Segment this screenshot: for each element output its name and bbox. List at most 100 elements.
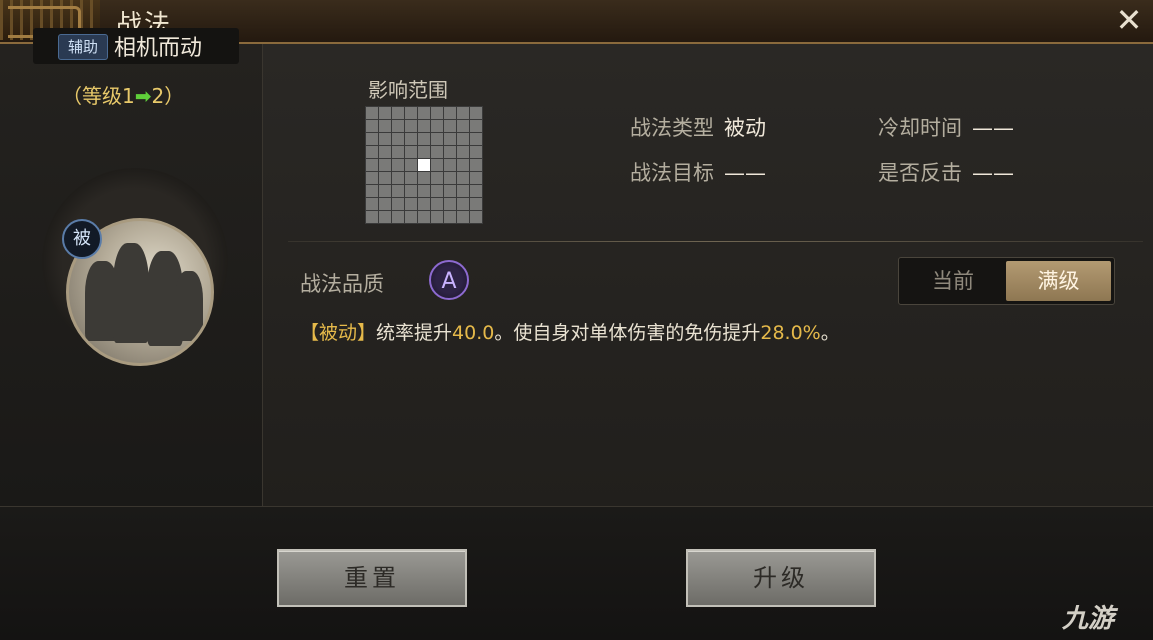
- passive-badge: 被: [62, 219, 102, 259]
- action-bar: [0, 506, 1153, 640]
- range-cell: [418, 198, 430, 210]
- range-cell: [379, 185, 391, 197]
- desc-text-2: 。使自身对单体伤害的免伤提升: [494, 322, 761, 344]
- range-cell: [431, 159, 443, 171]
- range-cell: [470, 159, 482, 171]
- range-cell: [405, 107, 417, 119]
- skill-target-label: 战法目标: [630, 161, 714, 185]
- range-cell: [431, 146, 443, 158]
- range-cell: [405, 120, 417, 132]
- range-cell: [379, 159, 391, 171]
- toggle-current-level[interactable]: 当前: [902, 262, 1004, 300]
- counterattack-row: 是否反击 ——: [878, 157, 1014, 187]
- range-cell: [392, 120, 404, 132]
- range-cell: [405, 185, 417, 197]
- cooldown-label: 冷却时间: [878, 116, 962, 140]
- range-cell: [470, 185, 482, 197]
- skill-name: 相机而动: [114, 36, 203, 61]
- range-cell: [431, 211, 443, 223]
- range-cell: [444, 146, 456, 158]
- counterattack-label: 是否反击: [878, 161, 962, 185]
- range-cell: [418, 172, 430, 184]
- range-cell: [457, 133, 469, 145]
- cooldown-value: ——: [972, 116, 1014, 140]
- range-cell: [418, 185, 430, 197]
- range-cell: [457, 159, 469, 171]
- level-change: （等级1➡2）: [62, 80, 184, 109]
- range-cell: [444, 198, 456, 210]
- range-cell: [379, 211, 391, 223]
- range-cell: [470, 146, 482, 158]
- reset-button[interactable]: 重置: [277, 549, 467, 607]
- range-cell: [366, 120, 378, 132]
- range-cell: [457, 146, 469, 158]
- range-cell: [405, 211, 417, 223]
- range-cell: [379, 172, 391, 184]
- range-cell: [392, 185, 404, 197]
- desc-text-3: 。: [820, 322, 840, 344]
- skill-description: 【被动】统率提升40.0。使自身对单体伤害的免伤提升28.0%。: [300, 318, 840, 345]
- range-cell: [457, 120, 469, 132]
- range-cell: [444, 185, 456, 197]
- range-cell: [366, 211, 378, 223]
- range-cell: [379, 133, 391, 145]
- desc-text-1: 统率提升: [376, 322, 453, 344]
- range-cell: [470, 172, 482, 184]
- quality-grade-badge: A: [429, 260, 469, 300]
- range-cell: [392, 133, 404, 145]
- range-cell: [366, 133, 378, 145]
- range-cell: [444, 120, 456, 132]
- range-cell: [405, 133, 417, 145]
- cooldown-row: 冷却时间 ——: [878, 112, 1014, 142]
- range-cell: [431, 185, 443, 197]
- quality-label: 战法品质: [300, 272, 384, 296]
- range-cell: [366, 107, 378, 119]
- range-cell: [366, 185, 378, 197]
- range-cell: [379, 198, 391, 210]
- upgrade-button[interactable]: 升级: [686, 549, 876, 607]
- range-cell: [470, 120, 482, 132]
- skill-target-row: 战法目标 ——: [630, 157, 766, 187]
- range-cell: [457, 198, 469, 210]
- range-cell: [470, 198, 482, 210]
- range-cell: [379, 146, 391, 158]
- range-cell: [418, 146, 430, 158]
- range-cell: [405, 146, 417, 158]
- range-cell: [418, 133, 430, 145]
- range-cell: [366, 159, 378, 171]
- soldier-silhouette: [175, 271, 203, 341]
- range-cell: [470, 211, 482, 223]
- range-cell: [470, 133, 482, 145]
- range-cell: [418, 107, 430, 119]
- watermark-logo: 九游: [1062, 604, 1115, 634]
- skill-type-label: 战法类型: [630, 116, 714, 140]
- desc-value-1: 40.0: [452, 322, 495, 344]
- skill-category-tag: 辅助: [58, 34, 108, 60]
- counterattack-value: ——: [972, 161, 1014, 185]
- range-cell: [470, 107, 482, 119]
- skill-target-value: ——: [724, 161, 766, 185]
- close-icon[interactable]: ✕: [1114, 4, 1144, 36]
- range-cell: [431, 172, 443, 184]
- skill-type-row: 战法类型 被动: [630, 112, 766, 142]
- range-cell: [392, 107, 404, 119]
- range-cell: [405, 198, 417, 210]
- range-cell: [405, 159, 417, 171]
- range-cell: [379, 107, 391, 119]
- toggle-max-level[interactable]: 满级: [1006, 261, 1111, 301]
- range-cell: [444, 107, 456, 119]
- desc-value-2: 28.0%: [760, 322, 821, 344]
- level-to: 2）: [151, 84, 185, 108]
- range-cell: [379, 120, 391, 132]
- range-cell: [431, 107, 443, 119]
- range-cell: [392, 159, 404, 171]
- range-cell: [366, 146, 378, 158]
- range-label: 影响范围: [368, 78, 448, 102]
- range-cell: [366, 172, 378, 184]
- range-cell: [418, 211, 430, 223]
- range-cell: [431, 198, 443, 210]
- range-cell: [431, 133, 443, 145]
- range-cell: [457, 107, 469, 119]
- range-cell: [444, 211, 456, 223]
- range-grid: [365, 106, 483, 224]
